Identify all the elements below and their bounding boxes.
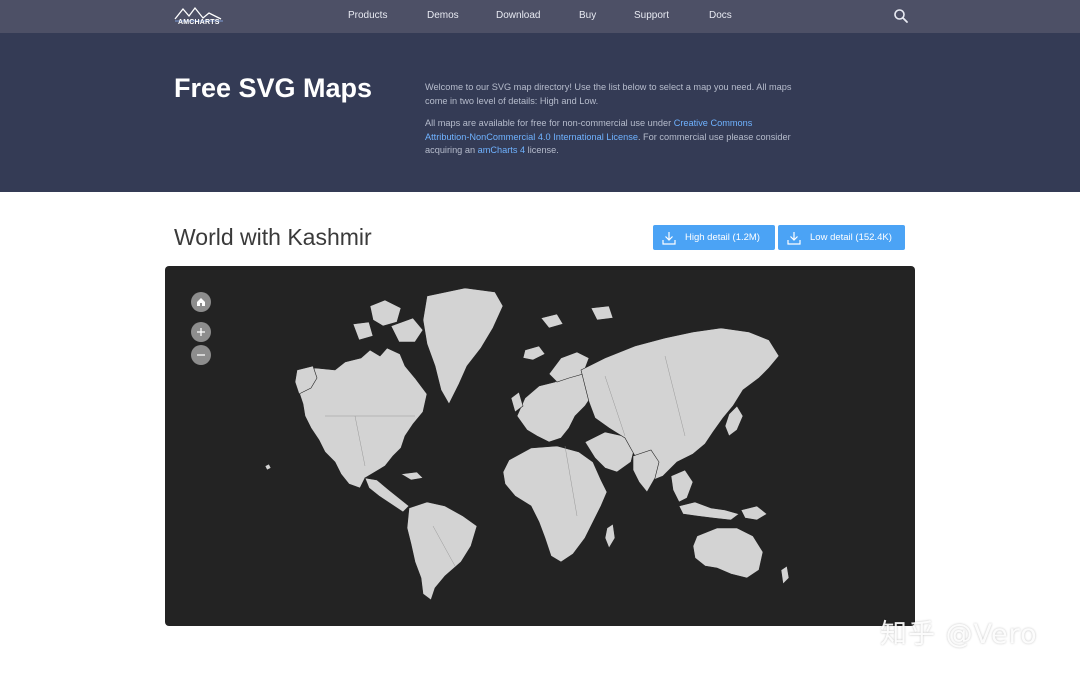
plus-icon: [197, 328, 205, 336]
nav-demos[interactable]: Demos: [427, 10, 459, 21]
license-prefix: All maps are available for free for non-…: [425, 118, 674, 128]
indonesia: [678, 501, 740, 521]
nav-docs[interactable]: Docs: [709, 10, 732, 21]
iceland: [522, 345, 546, 361]
logo-text: AMCHARTS: [178, 19, 220, 26]
nav-buy[interactable]: Buy: [579, 10, 596, 21]
top-nav: AMCHARTS Products Demos Download Buy Sup…: [0, 0, 1080, 33]
home-button[interactable]: [191, 292, 211, 312]
map-title: World with Kashmir: [174, 224, 372, 250]
zoom-out-button[interactable]: [191, 345, 211, 365]
africa: [502, 445, 608, 563]
pacific-islands: [264, 463, 272, 471]
india: [632, 449, 660, 493]
download-icon: [787, 231, 801, 245]
greenland: [422, 287, 504, 405]
download-low-label: Low detail (152.4K): [810, 232, 892, 243]
new-zealand: [780, 565, 790, 585]
hero-intro: Welcome to our SVG map directory! Use th…: [425, 82, 792, 106]
north-america: [298, 347, 428, 489]
central-america: [364, 477, 410, 513]
southeast-asia: [670, 469, 694, 503]
watermark: 知乎 @Vero: [880, 619, 1038, 650]
madagascar: [604, 523, 616, 549]
new-guinea: [740, 505, 768, 521]
caribbean: [400, 471, 424, 481]
australia: [692, 527, 764, 579]
download-high-button[interactable]: High detail (1.2M): [653, 225, 775, 250]
minus-icon: [197, 354, 205, 356]
search-icon[interactable]: [893, 8, 909, 24]
canada-islands: [352, 299, 424, 343]
nav-download[interactable]: Download: [496, 10, 540, 21]
license-suffix: license.: [525, 145, 559, 155]
download-icon: [662, 231, 676, 245]
download-low-button[interactable]: Low detail (152.4K): [778, 225, 905, 250]
home-icon: [197, 298, 205, 306]
nav-support[interactable]: Support: [634, 10, 669, 21]
page-title: Free SVG Maps: [174, 73, 373, 103]
south-america: [406, 501, 478, 601]
amcharts4-link[interactable]: amCharts 4: [478, 145, 526, 155]
nav-products[interactable]: Products: [348, 10, 387, 21]
hero-banner: Free SVG Maps Welcome to our SVG map dir…: [0, 33, 1080, 192]
hero-license-text: All maps are available for free for non-…: [425, 117, 795, 158]
zoom-in-button[interactable]: [191, 322, 211, 342]
download-high-label: High detail (1.2M): [685, 232, 760, 243]
world-map-panel[interactable]: [165, 266, 915, 626]
arctic-islands: [540, 305, 614, 329]
world-map[interactable]: [165, 266, 915, 626]
